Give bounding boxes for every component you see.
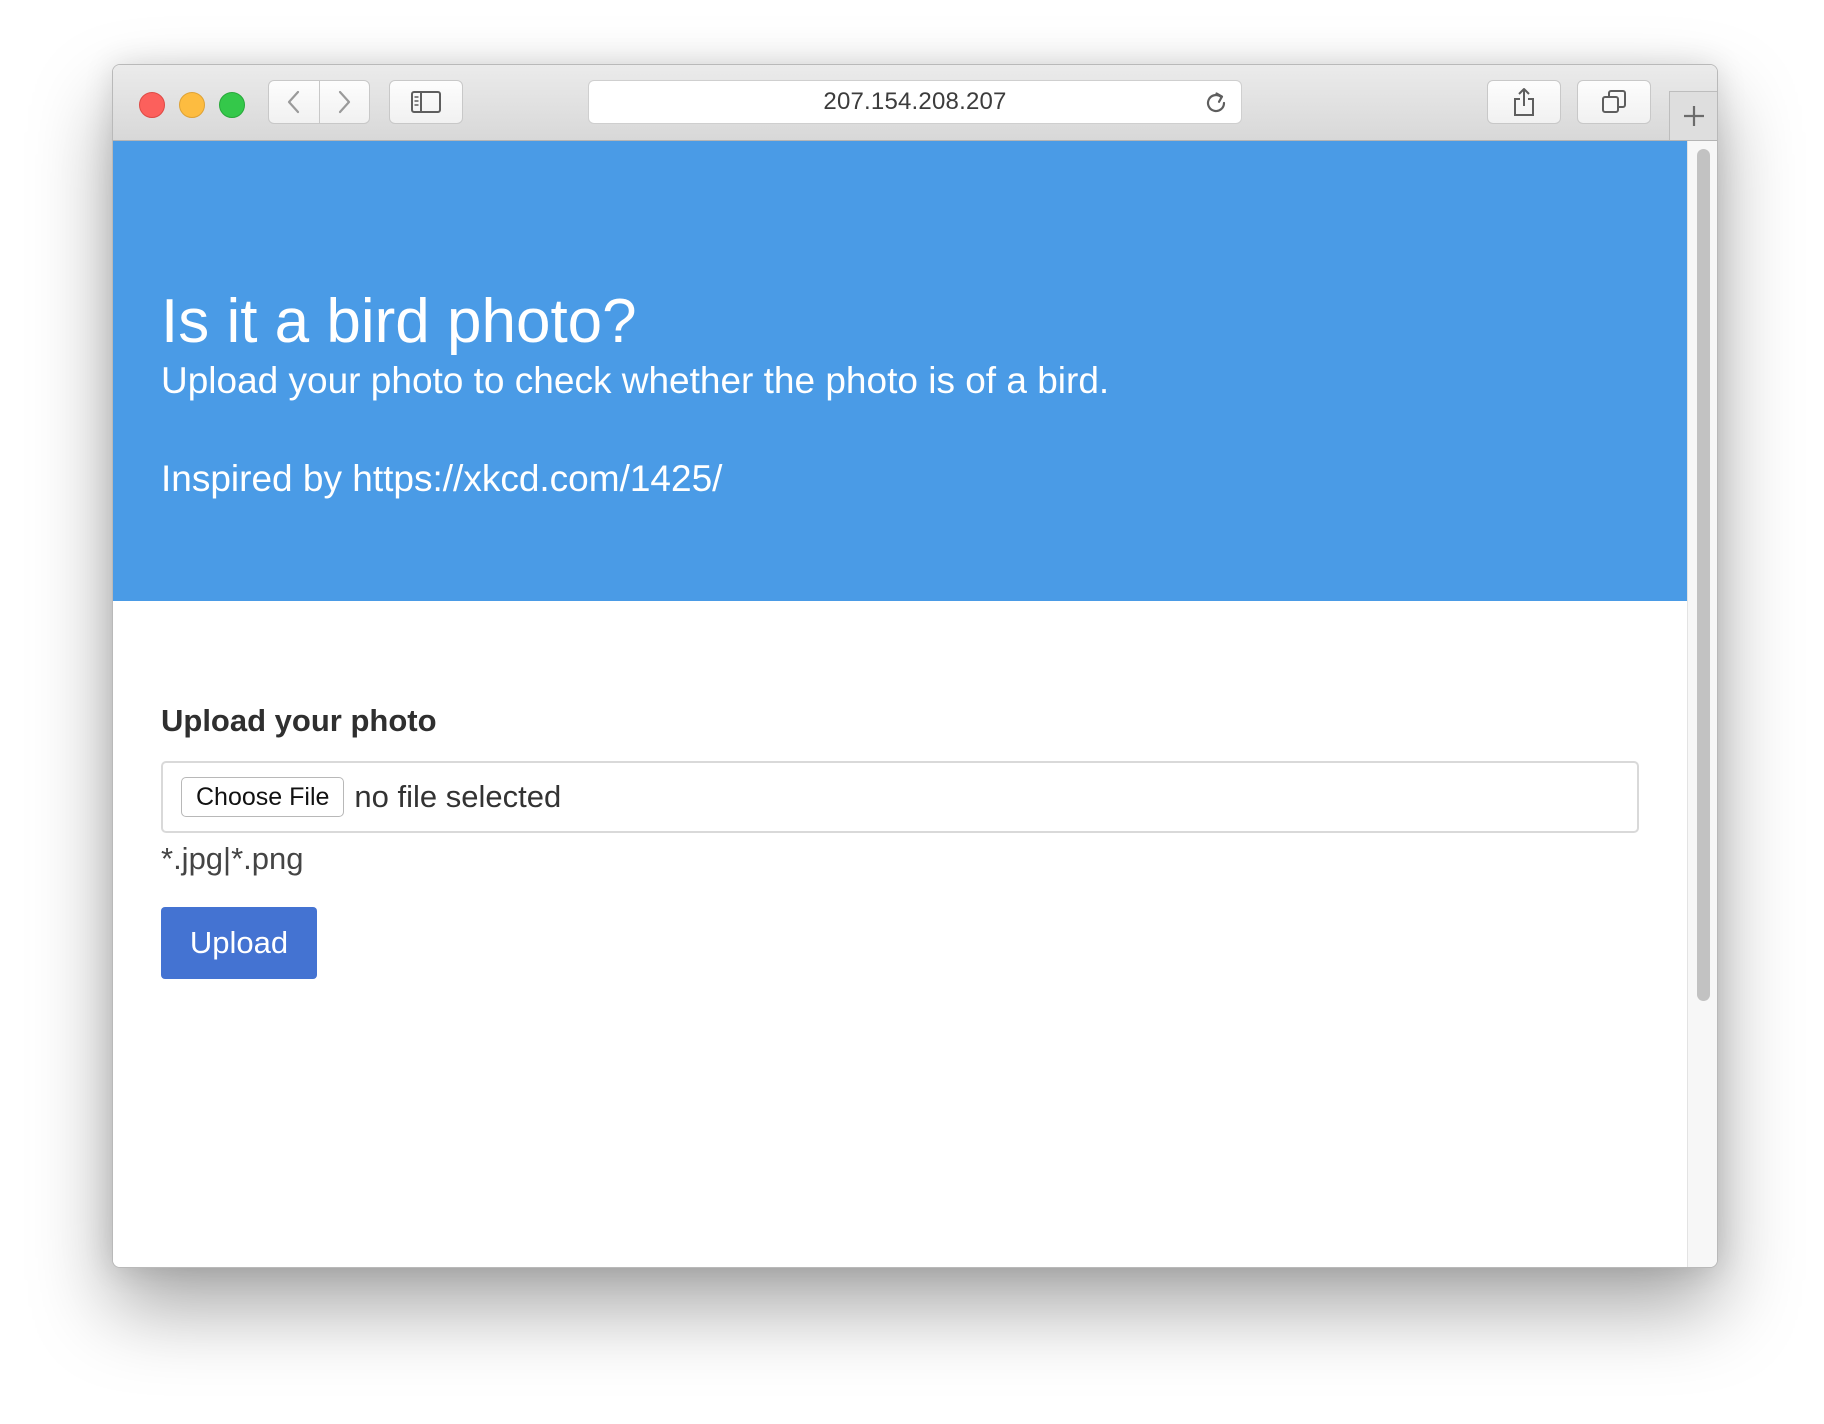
file-status-text: no file selected (354, 779, 562, 814)
browser-toolbar: 207.154.208.207 (113, 65, 1717, 141)
tabs-overview-icon (1602, 90, 1626, 113)
reload-icon[interactable] (1203, 90, 1229, 116)
page-title: Is it a bird photo? (161, 287, 637, 356)
vertical-scrollbar[interactable] (1687, 141, 1717, 1267)
sidebar-icon (411, 91, 441, 113)
minimize-window-button[interactable] (179, 92, 205, 118)
accepted-formats-hint: *.jpg|*.png (161, 841, 304, 876)
hero-banner: Is it a bird photo? Upload your photo to… (113, 141, 1687, 601)
page-subtitle: Upload your photo to check whether the p… (161, 360, 1110, 401)
upload-button[interactable]: Upload (161, 907, 317, 979)
page-content: Is it a bird photo? Upload your photo to… (113, 141, 1687, 1267)
url-text: 207.154.208.207 (823, 88, 1007, 115)
new-tab-button[interactable] (1669, 91, 1717, 140)
plus-icon (1683, 106, 1704, 126)
inspiration-credit: Inspired by https://xkcd.com/1425/ (161, 458, 723, 499)
browser-window: 207.154.208.207 Is it a bird photo? Uplo… (112, 64, 1718, 1268)
scrollbar-thumb[interactable] (1697, 149, 1710, 1001)
navigation-buttons (268, 80, 370, 124)
file-input[interactable]: Choose File no file selected (161, 761, 1639, 833)
upload-photo-label: Upload your photo (161, 703, 437, 738)
share-button[interactable] (1487, 80, 1561, 124)
choose-file-button[interactable]: Choose File (181, 777, 345, 817)
close-window-button[interactable] (139, 92, 165, 118)
forward-button[interactable] (318, 81, 370, 123)
share-icon (1514, 88, 1534, 116)
address-bar[interactable]: 207.154.208.207 (588, 80, 1242, 124)
chevron-left-icon (287, 90, 299, 114)
chevron-right-icon (339, 90, 351, 114)
sidebar-toggle-button[interactable] (389, 80, 463, 124)
back-button[interactable] (269, 81, 319, 123)
zoom-window-button[interactable] (219, 92, 245, 118)
tab-overview-button[interactable] (1577, 80, 1651, 124)
